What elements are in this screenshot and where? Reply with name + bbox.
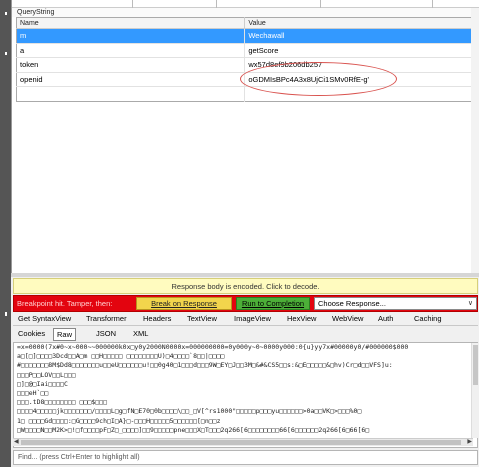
scrollbar-thumb[interactable] xyxy=(21,440,461,445)
breakpoint-bar: Breakpoint hit. Tamper, then: Break on R… xyxy=(13,295,478,312)
raw-text-line: #□□□□□□□8M$Dd8□□□□□□□u□□eU□□□□□□u!□□0g40… xyxy=(17,361,393,370)
break-on-response-button[interactable]: Break on Response xyxy=(136,297,232,310)
tab-transformer[interactable]: Transformer xyxy=(83,313,130,325)
annotation-ellipse xyxy=(240,62,397,96)
choose-response-dropdown[interactable]: Choose Response... ∨ xyxy=(314,297,477,310)
left-edge-marker xyxy=(5,12,7,15)
scroll-left-icon[interactable]: ◀ xyxy=(14,438,19,445)
querystring-title: QueryString xyxy=(12,8,479,17)
raw-text-line: □□□eH`□□ xyxy=(17,388,49,397)
column-header-value[interactable]: Value xyxy=(244,17,477,29)
column-header-name[interactable]: Name xyxy=(16,17,246,29)
tab-caching[interactable]: Caching xyxy=(411,313,445,325)
param-value[interactable]: Wechawall xyxy=(244,28,477,44)
raw-response-text[interactable]: =x=0000(7x#0~x~000~~000000k0x□y0y2000N00… xyxy=(13,342,478,448)
empty-row xyxy=(16,86,477,101)
response-tabs-row2: Cookies Raw JSON XML xyxy=(13,327,478,341)
break-on-response-label: Break on Response xyxy=(151,299,217,308)
tab-cookies[interactable]: Cookies xyxy=(15,328,48,340)
param-name[interactable]: a xyxy=(16,43,246,58)
chevron-down-icon: ∨ xyxy=(467,300,473,307)
tab-hexview[interactable]: HexView xyxy=(284,313,319,325)
response-tabs-row1: Get SyntaxView Transformer Headers TextView… xyxy=(13,312,478,326)
raw-text-line: □□□P□□LOV□□L□□□ xyxy=(17,370,76,379)
text-horizontal-scrollbar[interactable]: ◀ ▶ xyxy=(13,438,473,446)
param-name[interactable]: m xyxy=(16,28,246,44)
tab-textview[interactable]: TextView xyxy=(184,313,220,325)
tab-json[interactable]: JSON xyxy=(93,328,119,340)
raw-text-line: □□□□4□□□□□jk□□□□□□□/□□□□L□g□fN□E70□0b□□□… xyxy=(17,407,362,416)
tab-webview[interactable]: WebView xyxy=(329,313,366,325)
param-name[interactable]: openid xyxy=(16,72,246,87)
raw-text-line: □□□.tD8□□□□□□□□ □□□$□□□ xyxy=(17,398,108,407)
choose-response-label: Choose Response... xyxy=(318,299,386,308)
table-row[interactable]: a getScore xyxy=(16,43,477,58)
table-row[interactable]: token wx57d8ef9b206db257 xyxy=(16,57,477,73)
tab-auth[interactable]: Auth xyxy=(375,313,396,325)
raw-text-line: a□[□]□□□□3Dcd□□A□m □□H□□□□□ □□□□□□□□U)□4… xyxy=(17,352,225,361)
querystring-table: Name Value m Wechawall a getScore token wx57d… xyxy=(16,17,477,102)
tab-get-syntaxview[interactable]: Get SyntaxView xyxy=(15,313,74,325)
top-tab-strip xyxy=(12,0,479,8)
raw-text-line: □]□@□Iai□□□□C xyxy=(17,379,68,388)
left-panel-edge xyxy=(0,0,11,467)
scrollbar-thumb[interactable] xyxy=(473,345,478,385)
tab-imageview[interactable]: ImageView xyxy=(231,313,274,325)
param-value[interactable]: getScore xyxy=(244,43,477,58)
decode-banner[interactable]: Response body is encoded. Click to decod… xyxy=(13,278,478,294)
tab-headers[interactable]: Headers xyxy=(140,313,174,325)
raw-text-line: 1□ □□□□Gd□□□□:□G□□□□9ch□I□A}□-□□□H□□□□□5… xyxy=(17,416,221,425)
tab-raw[interactable]: Raw xyxy=(53,328,77,341)
tab-xml[interactable]: XML xyxy=(130,328,151,340)
raw-text-line: □W□□□□N□□M2K>□!□f□□□□pF□Z□_□□□□]□□9□□□□□… xyxy=(17,425,370,434)
querystring-panel: QueryString Name Value m Wechawall a getSco… xyxy=(11,0,479,273)
left-edge-marker xyxy=(5,312,7,316)
breakpoint-status: Breakpoint hit. Tamper, then: xyxy=(17,299,113,308)
scroll-right-icon[interactable]: ▶ xyxy=(467,438,472,445)
vertical-scrollbar[interactable] xyxy=(471,8,479,273)
find-input[interactable]: Find... (press Ctrl+Enter to highlight a… xyxy=(13,450,478,465)
run-to-completion-button[interactable]: Run to Completion xyxy=(236,297,310,310)
text-vertical-scrollbar[interactable] xyxy=(471,343,478,438)
raw-text-line: =x=0000(7x#0~x~000~~000000k0x□y0y2000N00… xyxy=(17,343,409,351)
panel-splitter[interactable] xyxy=(11,273,479,277)
param-name[interactable]: token xyxy=(16,57,246,73)
table-row[interactable]: m Wechawall xyxy=(16,28,477,44)
left-edge-marker xyxy=(5,52,7,55)
run-to-completion-label: Run to Completion xyxy=(241,299,305,308)
